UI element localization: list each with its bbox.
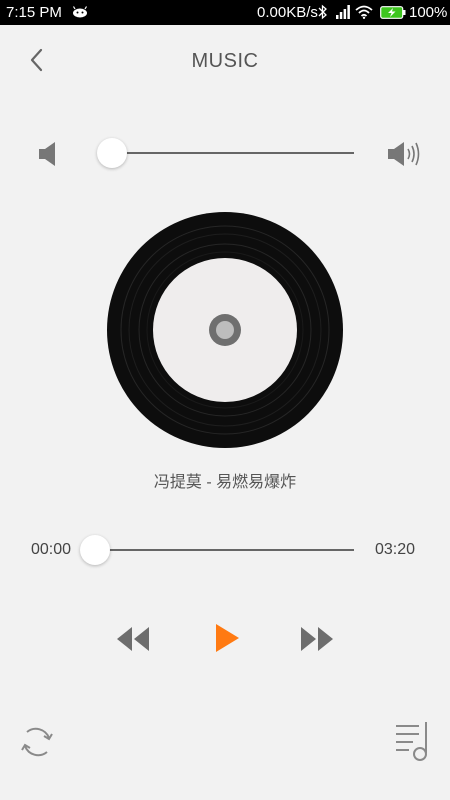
rewind-button[interactable]: [116, 626, 150, 652]
signal-icon: [336, 5, 350, 19]
page-title: MUSIC: [191, 50, 259, 72]
progress-slider-track[interactable]: [96, 549, 354, 551]
wifi-icon: [355, 5, 373, 19]
battery-percent: 100%: [409, 4, 448, 21]
battery-charging-icon: [380, 6, 406, 19]
bluetooth-icon: [318, 4, 327, 20]
play-button[interactable]: [214, 623, 240, 653]
volume-low-icon[interactable]: [36, 140, 62, 168]
status-bar: 7:15 PM 0.00KB/s 100%: [0, 0, 450, 25]
network-speed: 0.00KB/s: [257, 4, 318, 21]
vinyl-record: [107, 212, 343, 448]
repeat-button[interactable]: [18, 722, 56, 762]
current-time: 00:00: [31, 541, 72, 558]
total-time: 03:20: [375, 541, 416, 558]
volume-high-icon[interactable]: [385, 140, 425, 168]
volume-slider-track[interactable]: [112, 152, 354, 154]
progress-slider-thumb[interactable]: [80, 535, 110, 565]
playlist-button[interactable]: [393, 720, 431, 762]
volume-slider-thumb[interactable]: [97, 138, 127, 168]
notification-icon: [72, 6, 88, 18]
status-time: 7:15 PM: [6, 4, 62, 21]
fast-forward-button[interactable]: [300, 626, 334, 652]
song-title: 冯提莫 - 易燃易爆炸: [153, 474, 297, 491]
